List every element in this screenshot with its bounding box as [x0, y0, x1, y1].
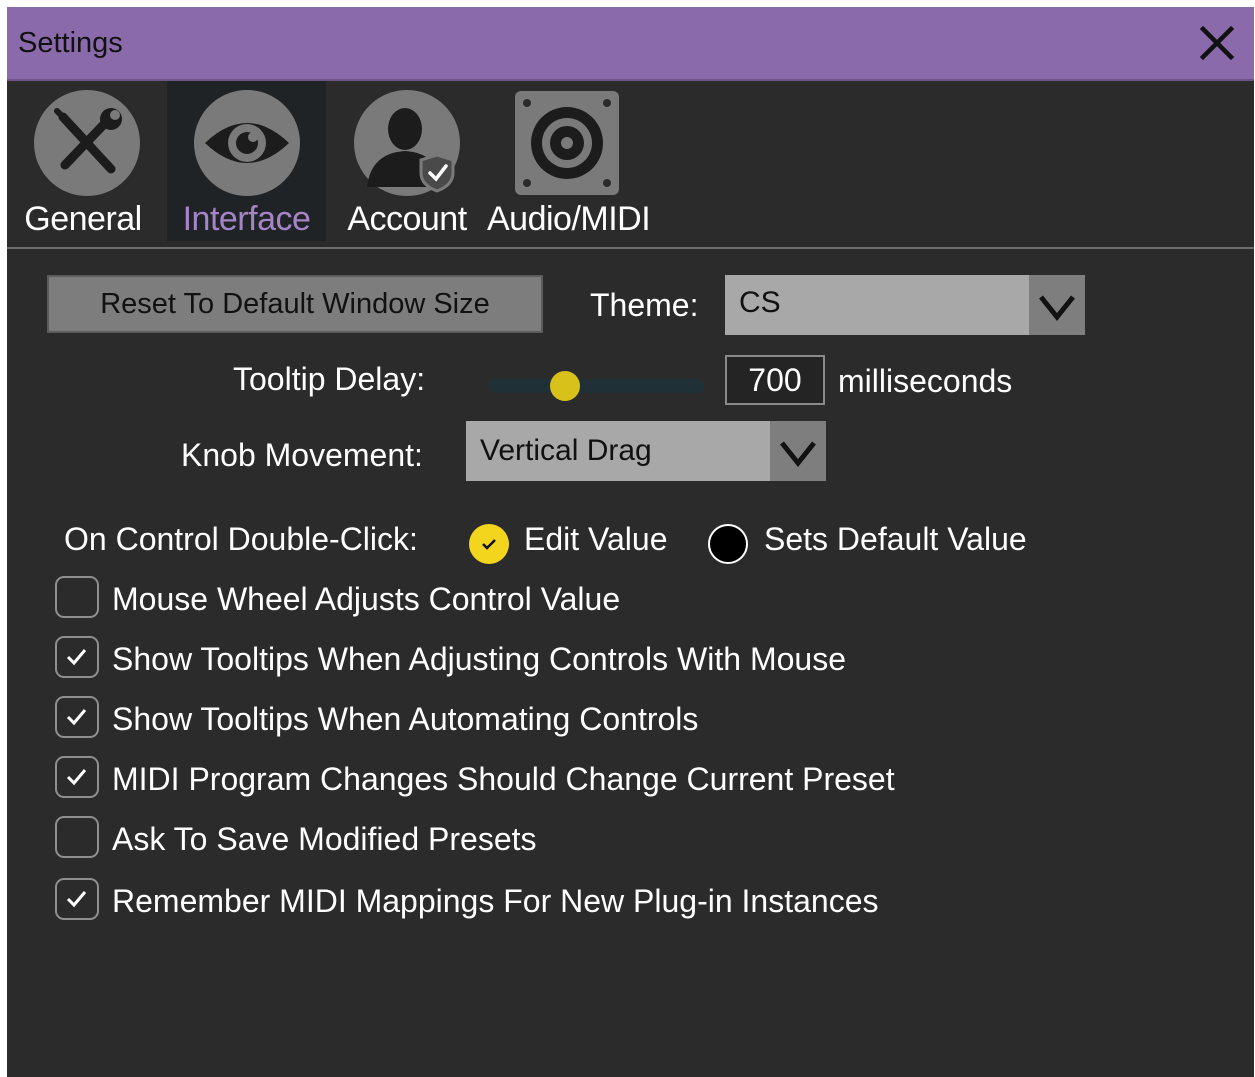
tab-interface[interactable]: Interface: [167, 81, 326, 241]
speaker-icon: [515, 91, 619, 195]
tooltip-delay-label: Tooltip Delay:: [233, 361, 426, 397]
window-title: Settings: [18, 27, 123, 59]
title-bar: Settings: [7, 7, 1254, 81]
theme-dropdown-arrow: [1029, 275, 1085, 335]
knob-movement-dropdown-arrow: [770, 421, 826, 481]
double-click-label: On Control Double-Click:: [64, 521, 418, 557]
checkbox-tooltips-automating[interactable]: [55, 696, 99, 738]
checkmark-icon: [66, 891, 87, 908]
user-shield-icon: [354, 90, 460, 196]
checkmark-icon: [66, 709, 87, 726]
theme-dropdown[interactable]: CS: [725, 275, 1085, 335]
checkmark-icon: [482, 539, 496, 550]
checkbox-remember-midi-mappings-label: Remember MIDI Mappings For New Plug-in I…: [112, 883, 879, 919]
tab-general-label: General: [24, 200, 142, 238]
radio-edit-value[interactable]: [469, 524, 509, 564]
knob-movement-label: Knob Movement:: [181, 437, 423, 473]
tab-interface-label: Interface: [182, 200, 311, 238]
chevron-down-icon: [780, 441, 816, 468]
radio-sets-default-value[interactable]: [708, 524, 748, 564]
settings-window: Settings General Interface Account Audio…: [7, 7, 1254, 1077]
tooltip-delay-input[interactable]: 700: [725, 355, 825, 405]
checkbox-tooltips-adjusting-label: Show Tooltips When Adjusting Controls Wi…: [112, 641, 846, 677]
tab-account[interactable]: Account: [337, 81, 477, 241]
tooltip-delay-slider-thumb[interactable]: [550, 371, 580, 401]
tab-audio-midi[interactable]: Audio/MIDI: [487, 81, 651, 241]
tooltip-delay-unit: milliseconds: [838, 363, 1013, 399]
checkbox-tooltips-automating-label: Show Tooltips When Automating Controls: [112, 701, 699, 737]
knob-movement-dropdown[interactable]: Vertical Drag: [466, 421, 826, 481]
checkbox-ask-save-presets-label: Ask To Save Modified Presets: [112, 821, 537, 857]
tab-general[interactable]: General: [7, 81, 159, 241]
eye-icon: [194, 90, 300, 196]
checkbox-ask-save-presets[interactable]: [55, 816, 99, 858]
checkbox-remember-midi-mappings[interactable]: [55, 878, 99, 920]
theme-label: Theme:: [590, 287, 699, 323]
radio-sets-default-value-label: Sets Default Value: [764, 521, 1027, 557]
checkbox-mouse-wheel[interactable]: [55, 576, 99, 618]
checkbox-midi-program-changes-label: MIDI Program Changes Should Change Curre…: [112, 761, 895, 797]
wrench-screwdriver-icon: [34, 90, 140, 196]
knob-movement-value: Vertical Drag: [480, 434, 652, 467]
tooltip-delay-slider[interactable]: [488, 379, 704, 393]
tab-account-label: Account: [347, 200, 467, 238]
checkbox-midi-program-changes[interactable]: [55, 756, 99, 798]
tab-audio-midi-label: Audio/MIDI: [487, 200, 651, 238]
reset-window-size-button[interactable]: Reset To Default Window Size: [47, 275, 543, 333]
settings-tabs: General Interface Account Audio/MIDI: [7, 81, 1254, 249]
chevron-down-icon: [1039, 295, 1075, 322]
radio-edit-value-label: Edit Value: [524, 521, 668, 557]
checkmark-icon: [66, 769, 87, 786]
checkmark-icon: [66, 649, 87, 666]
theme-value: CS: [739, 286, 781, 319]
close-icon[interactable]: [1197, 23, 1237, 63]
checkbox-mouse-wheel-label: Mouse Wheel Adjusts Control Value: [112, 581, 621, 617]
checkbox-tooltips-adjusting[interactable]: [55, 636, 99, 678]
